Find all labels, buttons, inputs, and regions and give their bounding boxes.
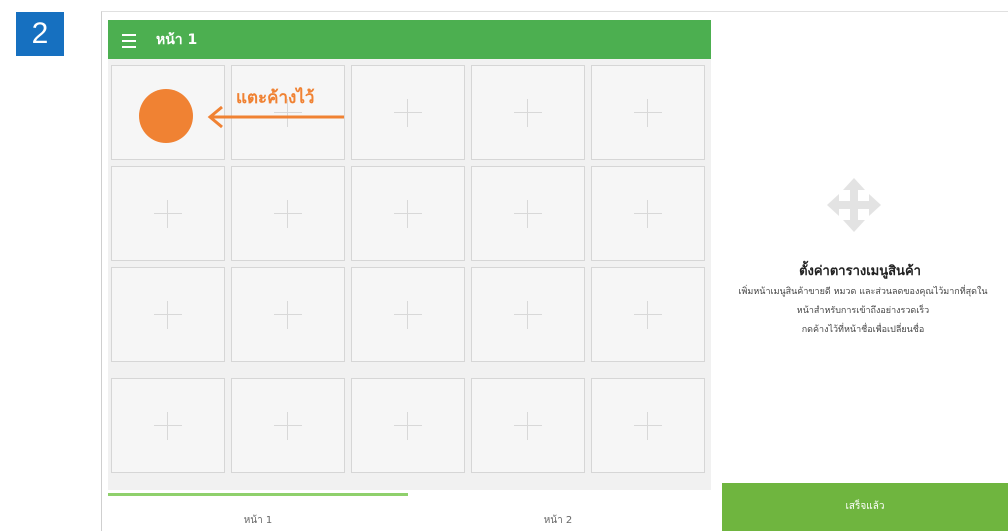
menu-tile[interactable] — [111, 166, 225, 261]
plus-icon — [514, 411, 542, 440]
tap-and-hold-label: แตะค้างไว้ — [236, 88, 315, 108]
plus-icon — [154, 199, 182, 228]
menu-grid — [108, 59, 711, 490]
plus-icon — [274, 300, 302, 329]
menu-tile[interactable] — [591, 378, 705, 473]
menu-tile[interactable] — [591, 166, 705, 261]
top-app-bar: หน้า 1 — [108, 20, 711, 59]
plus-icon — [154, 411, 182, 440]
menu-tile[interactable] — [231, 166, 345, 261]
plus-icon — [634, 199, 662, 228]
plus-icon — [154, 300, 182, 329]
page-tabs: หน้า 1 หน้า 2 — [108, 490, 711, 531]
plus-icon — [394, 411, 422, 440]
plus-icon — [634, 411, 662, 440]
description-line: กดค้างไว้ที่หน้าชื่อเพื่อเปลี่ยนชื่อ — [801, 325, 925, 335]
tab-page-1[interactable]: หน้า 1 — [108, 490, 408, 531]
tap-indicator-dot — [139, 89, 193, 143]
panel-description: เพิ่มหน้าเมนูสินค้าขายดี หมวด และส่วนลดข… — [718, 283, 1008, 340]
info-panel: ตั้งค่าตารางเมนูสินค้า เพิ่มหน้าเมนูสินค… — [712, 20, 1008, 531]
menu-tile[interactable] — [111, 267, 225, 362]
tab-label: หน้า 2 — [543, 515, 573, 526]
active-tab-indicator — [108, 493, 408, 496]
menu-tile[interactable] — [591, 65, 705, 160]
menu-tile[interactable] — [351, 166, 465, 261]
plus-icon — [274, 411, 302, 440]
menu-tile[interactable] — [231, 378, 345, 473]
menu-tile[interactable] — [351, 267, 465, 362]
menu-tile[interactable] — [231, 267, 345, 362]
menu-tile[interactable] — [471, 267, 585, 362]
move-arrows-icon — [827, 178, 881, 232]
tab-page-2[interactable]: หน้า 2 — [408, 490, 708, 531]
plus-icon — [634, 98, 662, 127]
hamburger-menu-icon[interactable] — [122, 30, 136, 48]
plus-icon — [394, 98, 422, 127]
page-title[interactable]: หน้า 1 — [156, 29, 197, 51]
description-line: เพิ่มหน้าเมนูสินค้าขายดี หมวด และส่วนลดข… — [738, 287, 988, 297]
plus-icon — [394, 300, 422, 329]
done-button[interactable]: เสร็จแล้ว — [722, 483, 1008, 531]
menu-tile[interactable] — [471, 166, 585, 261]
plus-icon — [514, 98, 542, 127]
plus-icon — [514, 300, 542, 329]
plus-icon — [394, 199, 422, 228]
panel-title: ตั้งค่าตารางเมนูสินค้า — [799, 264, 921, 279]
menu-tile[interactable] — [111, 378, 225, 473]
menu-tile[interactable] — [591, 267, 705, 362]
plus-icon — [634, 300, 662, 329]
menu-tile[interactable] — [471, 378, 585, 473]
step-number-badge: 2 — [16, 12, 64, 56]
menu-tile[interactable] — [471, 65, 585, 160]
tab-label: หน้า 1 — [243, 515, 273, 526]
plus-icon — [274, 199, 302, 228]
menu-tile[interactable] — [351, 378, 465, 473]
menu-tile[interactable] — [351, 65, 465, 160]
plus-icon — [514, 199, 542, 228]
description-line: หน้าสำหรับการเข้าถึงอย่างรวดเร็ว — [796, 306, 930, 316]
